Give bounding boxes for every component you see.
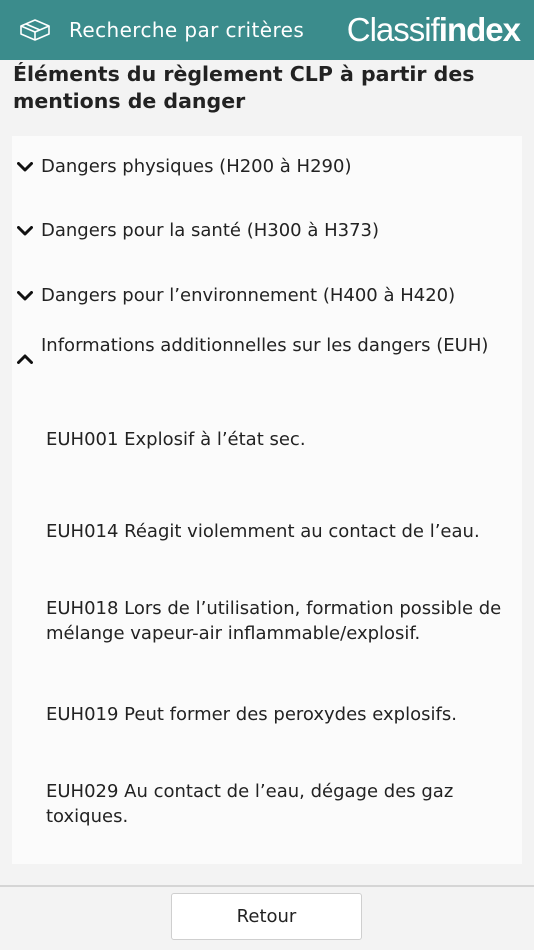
footer-divider: [0, 885, 534, 887]
back-button[interactable]: Retour: [171, 893, 362, 940]
app-header: Recherche par critères Classifindex: [0, 0, 534, 60]
list-item[interactable]: EUH001 Explosif à l’état sec.: [46, 427, 516, 452]
list-item[interactable]: EUH019 Peut former des peroxydes explosi…: [46, 702, 516, 727]
section-label: Dangers pour l’environnement (H400 à H42…: [41, 285, 456, 306]
section-label: Informations additionnelles sur les dang…: [41, 335, 489, 356]
section-dangers-environnement[interactable]: Dangers pour l’environnement (H400 à H42…: [12, 281, 522, 311]
list-item[interactable]: EUH014 Réagit violemment au contact de l…: [46, 519, 516, 544]
list-item[interactable]: EUH029 Au contact de l’eau, dégage des g…: [46, 779, 516, 829]
section-dangers-sante[interactable]: Dangers pour la santé (H300 à H373): [12, 216, 522, 246]
chevron-down-icon: [16, 289, 34, 303]
section-dangers-physiques[interactable]: Dangers physiques (H200 à H290): [12, 152, 522, 182]
chevron-up-icon: [16, 352, 34, 366]
page-title: Éléments du règlement CLP à partir des m…: [13, 62, 475, 113]
list-item[interactable]: EUH018 Lors de l’utilisation, formation …: [46, 596, 516, 646]
section-label: Dangers pour la santé (H300 à H373): [41, 220, 379, 241]
brand-logo-part2: index: [438, 11, 521, 48]
section-informations-additionnelles[interactable]: Informations additionnelles sur les dang…: [12, 333, 522, 385]
app-screen: Recherche par critères Classifindex Élém…: [0, 0, 534, 950]
chevron-down-icon: [16, 160, 34, 174]
section-label: Dangers physiques (H200 à H290): [41, 156, 352, 177]
box-icon[interactable]: [17, 16, 53, 44]
criteria-panel: Dangers physiques (H200 à H290) Dangers …: [12, 136, 522, 864]
header-title: Recherche par critères: [69, 18, 305, 42]
chevron-down-icon: [16, 224, 34, 238]
brand-logo-part1: Classif: [346, 11, 440, 48]
brand-logo: Classifindex: [346, 11, 521, 49]
